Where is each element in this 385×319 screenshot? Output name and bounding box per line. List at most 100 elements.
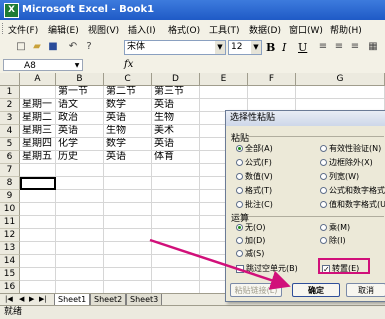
cell[interactable] — [104, 190, 152, 203]
cell[interactable] — [20, 216, 56, 229]
align-right-icon[interactable]: ≡ — [348, 40, 362, 54]
name-box[interactable]: A8 ▼ — [3, 59, 83, 71]
row-header[interactable]: 2 — [0, 99, 20, 112]
menu-format[interactable]: 格式(O) — [168, 23, 200, 36]
cell[interactable] — [56, 164, 104, 177]
cell[interactable] — [104, 216, 152, 229]
align-center-icon[interactable]: ≡ — [332, 40, 346, 54]
cell[interactable]: 英语 — [104, 112, 152, 125]
column-header-f[interactable]: F — [248, 73, 296, 86]
cell[interactable] — [56, 229, 104, 242]
cell[interactable] — [20, 229, 56, 242]
cell[interactable] — [104, 164, 152, 177]
column-header-e[interactable]: E — [200, 73, 248, 86]
row-header[interactable]: 15 — [0, 268, 20, 281]
row-header[interactable]: 8 — [0, 177, 20, 190]
cell[interactable] — [152, 242, 200, 255]
paste-link-button[interactable]: 粘贴链接(L) — [230, 283, 282, 297]
merge-center-icon[interactable]: ▦ — [366, 40, 380, 54]
radio-paste-all-except-borders[interactable]: 边框除外(X) — [320, 157, 373, 168]
last-sheet-icon[interactable]: ▶| — [39, 295, 47, 303]
row-header[interactable]: 3 — [0, 112, 20, 125]
cell[interactable] — [248, 86, 296, 99]
radio-paste-values[interactable]: 数值(V) — [236, 171, 273, 182]
row-header[interactable]: 5 — [0, 138, 20, 151]
row-header[interactable]: 13 — [0, 242, 20, 255]
row-header[interactable]: 1 — [0, 86, 20, 99]
radio-operation-none[interactable]: 无(O) — [236, 222, 266, 233]
cell[interactable] — [20, 255, 56, 268]
cell[interactable] — [20, 203, 56, 216]
cell[interactable]: 美术 — [152, 125, 200, 138]
menu-help[interactable]: 帮助(H) — [330, 23, 362, 36]
cell[interactable] — [20, 242, 56, 255]
help-icon[interactable]: ? — [82, 40, 96, 54]
cell[interactable]: 英语 — [56, 125, 104, 138]
cell[interactable] — [152, 216, 200, 229]
cell[interactable] — [20, 164, 56, 177]
cell[interactable] — [152, 268, 200, 281]
menu-window[interactable]: 窗口(W) — [289, 23, 323, 36]
cell[interactable]: 数学 — [104, 99, 152, 112]
cell[interactable] — [56, 190, 104, 203]
cell[interactable]: 体育 — [152, 151, 200, 164]
radio-paste-comments[interactable]: 批注(C) — [236, 199, 273, 210]
first-sheet-icon[interactable]: |◀ — [5, 295, 13, 303]
row-header[interactable]: 6 — [0, 151, 20, 164]
cell[interactable]: 化学 — [56, 138, 104, 151]
cell[interactable] — [152, 229, 200, 242]
radio-paste-all[interactable]: 全部(A) — [236, 143, 273, 154]
cell[interactable]: 星期五 — [20, 151, 56, 164]
cell[interactable]: 星期二 — [20, 112, 56, 125]
font-size-select[interactable]: 12 ▼ — [228, 40, 262, 55]
cell[interactable]: 星期三 — [20, 125, 56, 138]
align-left-icon[interactable]: ≡ — [316, 40, 330, 54]
row-header[interactable]: 9 — [0, 190, 20, 203]
cell[interactable] — [20, 177, 56, 190]
cell[interactable] — [104, 203, 152, 216]
ok-button[interactable]: 确定 — [292, 283, 340, 297]
cell[interactable] — [152, 177, 200, 190]
cell[interactable] — [152, 164, 200, 177]
radio-paste-column-widths[interactable]: 列宽(W) — [320, 171, 359, 182]
radio-operation-divide[interactable]: 除(I) — [320, 235, 346, 246]
row-header[interactable]: 12 — [0, 229, 20, 242]
cell[interactable] — [104, 255, 152, 268]
cell[interactable] — [104, 229, 152, 242]
radio-paste-formulas[interactable]: 公式(F) — [236, 157, 272, 168]
radio-operation-subtract[interactable]: 减(S) — [236, 248, 264, 259]
cell[interactable]: 星期四 — [20, 138, 56, 151]
cell[interactable]: 英语 — [152, 138, 200, 151]
cell[interactable] — [56, 255, 104, 268]
next-sheet-icon[interactable]: ▶ — [29, 295, 34, 303]
cell[interactable] — [56, 177, 104, 190]
undo-icon[interactable]: ↶ — [66, 40, 80, 54]
radio-paste-formats[interactable]: 格式(T) — [236, 185, 272, 196]
bold-button[interactable]: B — [266, 41, 275, 54]
new-document-icon[interactable]: □ — [14, 40, 28, 54]
column-header-c[interactable]: C — [104, 73, 152, 86]
radio-paste-values-number-formats[interactable]: 值和数字格式(U) — [320, 199, 385, 210]
cell[interactable]: 政治 — [56, 112, 104, 125]
cell[interactable] — [20, 86, 56, 99]
cell[interactable]: 生物 — [152, 112, 200, 125]
cell[interactable] — [56, 203, 104, 216]
cell[interactable] — [200, 86, 248, 99]
row-header[interactable]: 11 — [0, 216, 20, 229]
row-header[interactable]: 10 — [0, 203, 20, 216]
radio-paste-validation[interactable]: 有效性验证(N) — [320, 143, 381, 154]
radio-operation-multiply[interactable]: 乘(M) — [320, 222, 350, 233]
fx-icon[interactable]: fx — [124, 59, 133, 70]
menu-tools[interactable]: 工具(T) — [209, 23, 240, 36]
column-header-g[interactable]: G — [296, 73, 385, 86]
cell[interactable] — [104, 268, 152, 281]
cell[interactable]: 语文 — [56, 99, 104, 112]
cell[interactable]: 第二节 — [104, 86, 152, 99]
cell[interactable] — [56, 268, 104, 281]
prev-sheet-icon[interactable]: ◀ — [19, 295, 24, 303]
cell[interactable]: 生物 — [104, 125, 152, 138]
row-header[interactable]: 14 — [0, 255, 20, 268]
cell[interactable]: 数学 — [104, 138, 152, 151]
select-all-corner[interactable] — [0, 73, 20, 86]
column-header-b[interactable]: B — [56, 73, 104, 86]
